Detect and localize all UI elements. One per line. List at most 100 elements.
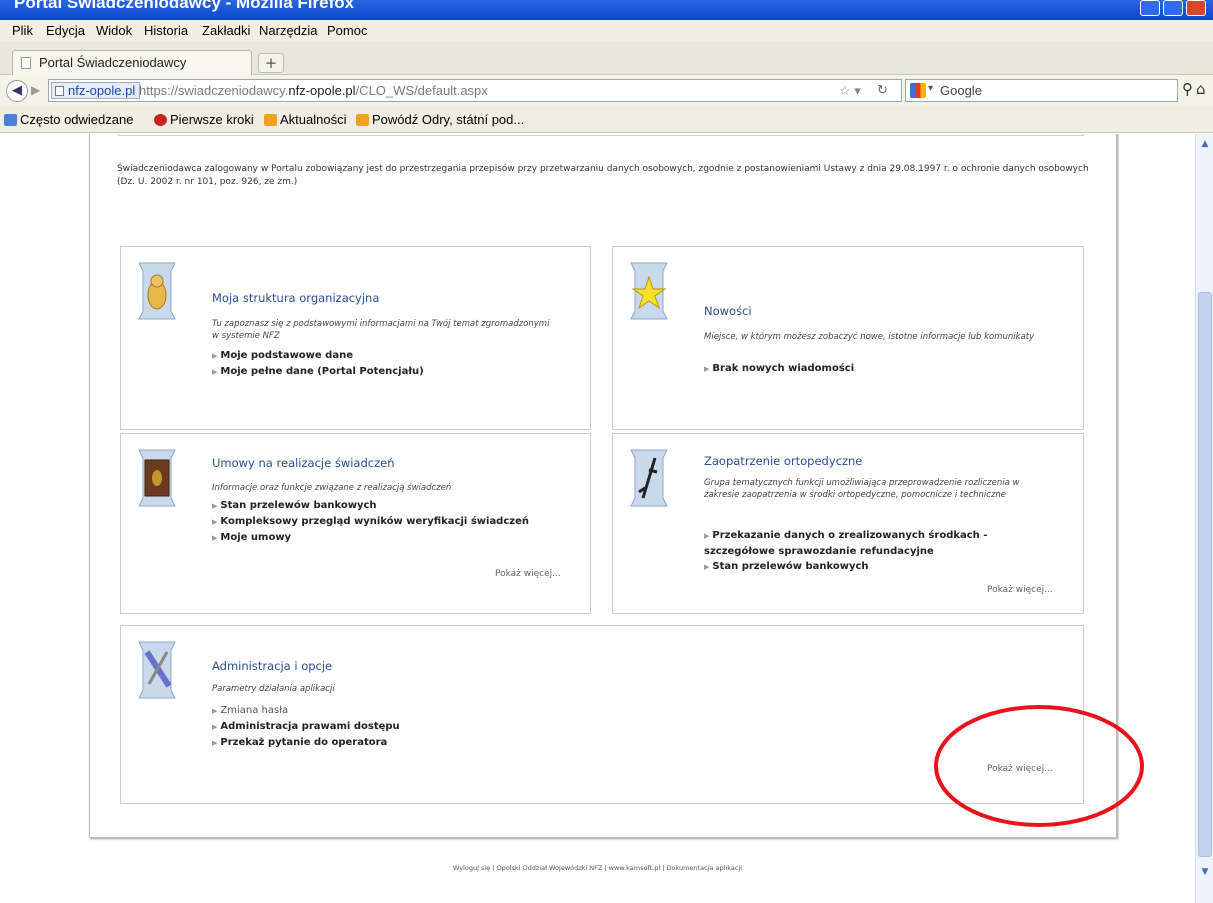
bookmark-folder-icon	[4, 114, 17, 126]
search-magnifier-icon[interactable]: ⚲	[1182, 80, 1193, 98]
search-engine-label: Google	[940, 83, 982, 98]
tile-link-list: ▶ Stan przelewów bankowych ▶ Kompleksowy p…	[212, 498, 529, 546]
tile-link-list: ▶ Brak nowych wiadomości	[704, 361, 854, 377]
menu-help[interactable]: Pomoc	[327, 23, 367, 38]
bullet-icon: ▶	[704, 532, 710, 540]
tile-contracts: Umowy na realizacje świadczeń Informacje…	[120, 433, 591, 614]
tile-link-list: ▶ Moje podstawowe dane ▶ Moje pełne dane (…	[212, 348, 424, 380]
contract-book-icon	[138, 449, 176, 507]
tile-administration: Administracja i opcje Parametry działani…	[120, 625, 1084, 804]
menu-history[interactable]: Historia	[144, 23, 188, 38]
tile-description: Tu zapoznasz się z podstawowymi informac…	[212, 319, 550, 341]
scroll-up-arrow-icon[interactable]: ▲	[1197, 136, 1213, 152]
header-box-edge	[118, 134, 1084, 136]
page-icon	[55, 86, 64, 96]
url-prefix: https://swiadczeniodawcy.	[139, 83, 289, 98]
menu-edit[interactable]: Edycja	[46, 23, 85, 38]
close-button[interactable]	[1186, 0, 1206, 16]
rss-feed-icon	[356, 114, 369, 126]
link-no-new-messages[interactable]: ▶ Brak nowych wiadomości	[704, 361, 854, 377]
reload-icon[interactable]: ↻	[877, 82, 888, 98]
link-basic-data[interactable]: ▶ Moje podstawowe dane	[212, 348, 424, 364]
url-text[interactable]: https://swiadczeniodawcy.nfz-opole.pl/CL…	[139, 83, 488, 98]
window-titlebar: Portal Świadczeniodawcy - Mozilla Firefo…	[0, 0, 1213, 20]
bookmark-odra-flood[interactable]: Powódź Odry, státní pod...	[356, 112, 524, 127]
admin-tools-icon	[138, 641, 176, 699]
tile-title-link[interactable]: Moja struktura organizacyjna	[212, 291, 379, 305]
bullet-icon: ▶	[212, 352, 218, 360]
scroll-down-arrow-icon[interactable]: ▼	[1197, 864, 1213, 880]
bookmark-label: Powódź Odry, státní pod...	[372, 112, 525, 127]
menu-bookmarks[interactable]: Zakładki	[202, 23, 250, 38]
bookmark-news[interactable]: Aktualności	[264, 112, 346, 127]
tile-title-link[interactable]: Administracja i opcje	[212, 659, 332, 673]
tile-title-link[interactable]: Zaopatrzenie ortopedyczne	[704, 454, 862, 468]
new-tab-button[interactable]: +	[258, 53, 284, 73]
link-my-contracts[interactable]: ▶ Moje umowy	[212, 530, 529, 546]
site-identity-label: nfz-opole.pl	[68, 83, 136, 98]
orthopedic-crutch-icon	[630, 449, 668, 507]
bookmark-label: Często odwiedzane	[20, 112, 134, 127]
link-full-data[interactable]: ▶ Moje pełne dane (Portal Potencjału)	[212, 364, 424, 380]
vertical-scrollbar[interactable]: ▲ ▼	[1195, 134, 1213, 903]
navigation-bar: ◀ ▶ nfz-opole.pl https://swiadczeniodawc…	[0, 75, 1213, 106]
firefox-icon	[154, 114, 167, 126]
address-bar[interactable]: nfz-opole.pl https://swiadczeniodawcy.nf…	[48, 79, 902, 102]
tab-portal[interactable]: Portal Świadczeniodawcy	[12, 50, 252, 76]
bookmark-star-icon[interactable]: ☆ ▾	[839, 83, 861, 99]
tile-structure: Moja struktura organizacyjna Tu zapoznas…	[120, 246, 591, 430]
bookmark-getting-started[interactable]: Pierwsze kroki	[154, 112, 254, 127]
page-footer[interactable]: Wyloguj się | Opolski Oddział Wojewódzki…	[0, 864, 1195, 872]
bullet-icon: ▶	[212, 723, 218, 731]
tile-description: Informacje oraz funkcje związane z reali…	[212, 483, 452, 493]
tile-link-list: ▶ Zmiana hasła ▶ Administracja prawami dos…	[212, 703, 400, 751]
link-verification-review[interactable]: ▶ Kompleksowy przegląd wyników weryfikacj…	[212, 514, 529, 530]
bookmark-most-visited[interactable]: Często odwiedzane	[4, 112, 133, 127]
url-path: /CLO_WS/default.aspx	[355, 83, 488, 98]
tab-bar: Portal Świadczeniodawcy +	[0, 42, 1213, 76]
link-bank-transfers[interactable]: ▶ Stan przelewów bankowych	[704, 559, 1049, 575]
bullet-icon: ▶	[704, 365, 710, 373]
bullet-icon: ▶	[212, 534, 218, 542]
bullet-icon: ▶	[212, 368, 218, 376]
privacy-notice: Świadczeniodawca zalogowany w Portalu zo…	[117, 164, 1089, 187]
forward-arrow-icon[interactable]: ▶	[31, 83, 40, 97]
bullet-icon: ▶	[704, 563, 710, 571]
tile-description: Parametry działania aplikacji	[212, 684, 335, 694]
tile-orthopedic: Zaopatrzenie ortopedyczne Grupa tematycz…	[612, 433, 1084, 614]
menu-file[interactable]: Plik	[12, 23, 33, 38]
tile-news: Nowości Miejsce, w którym możesz zobaczy…	[612, 246, 1084, 430]
show-more-link[interactable]: Pokaż więcej...	[495, 569, 561, 579]
maximize-button[interactable]	[1163, 0, 1183, 16]
tile-link-list: ▶ Przekazanie danych o zrealizowanych śro…	[704, 528, 1049, 575]
search-box[interactable]: ▾ Google	[905, 79, 1178, 102]
minimize-button[interactable]	[1140, 0, 1160, 16]
home-icon[interactable]: ⌂	[1196, 80, 1206, 98]
bullet-icon: ▶	[212, 707, 218, 715]
show-more-link[interactable]: Pokaż więcej...	[987, 585, 1053, 595]
link-refund-report[interactable]: ▶ Przekazanie danych o zrealizowanych śro…	[704, 528, 1049, 559]
back-arrow-icon[interactable]: ◀	[6, 80, 28, 102]
link-ask-operator[interactable]: ▶ Przekaż pytanie do operatora	[212, 735, 400, 751]
link-bank-transfers[interactable]: ▶ Stan przelewów bankowych	[212, 498, 529, 514]
window-title: Portal Świadczeniodawcy - Mozilla Firefo…	[14, 0, 355, 12]
google-icon[interactable]	[910, 83, 926, 98]
page-favicon-icon	[21, 57, 31, 69]
link-change-password[interactable]: ▶ Zmiana hasła	[212, 703, 400, 719]
menu-tools[interactable]: Narzędzia	[259, 23, 318, 38]
bookmarks-toolbar: Często odwiedzane Pierwsze kroki Aktualn…	[0, 106, 1213, 133]
bullet-icon: ▶	[212, 739, 218, 747]
page-viewport: Świadczeniodawca zalogowany w Portalu zo…	[0, 134, 1195, 903]
menu-view[interactable]: Widok	[96, 23, 132, 38]
tile-title-link[interactable]: Umowy na realizacje świadczeń	[212, 456, 395, 470]
site-identity-button[interactable]: nfz-opole.pl	[51, 82, 141, 99]
bookmark-label: Pierwsze kroki	[170, 112, 254, 127]
bullet-icon: ▶	[212, 518, 218, 526]
link-access-rights[interactable]: ▶ Administracja prawami dostępu	[212, 719, 400, 735]
bullet-icon: ▶	[212, 502, 218, 510]
search-engine-dropdown-icon[interactable]: ▾	[928, 83, 933, 94]
scrollbar-thumb[interactable]	[1198, 292, 1212, 857]
tile-title-link[interactable]: Nowości	[704, 304, 752, 318]
show-more-link[interactable]: Pokaż więcej...	[987, 764, 1053, 774]
organization-structure-icon	[138, 262, 176, 320]
